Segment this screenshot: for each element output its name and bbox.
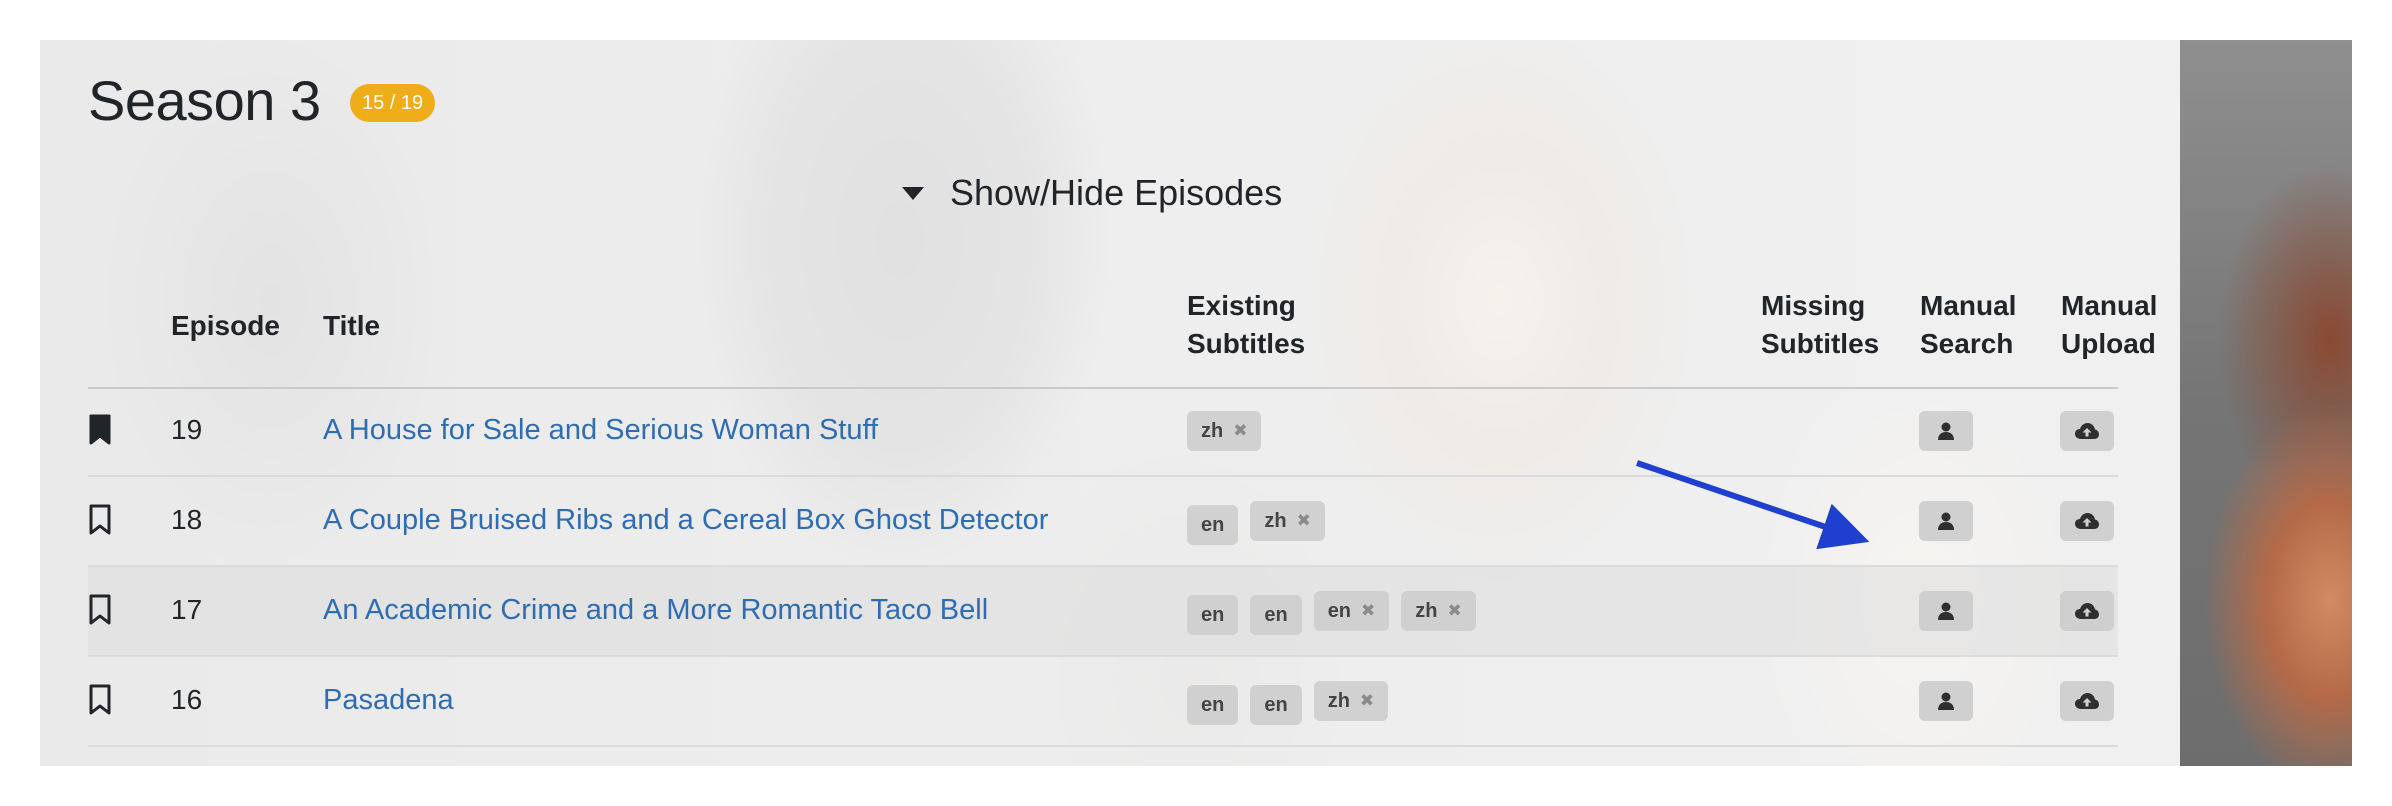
episode-number: 16 xyxy=(171,684,203,715)
subtitle-language: en xyxy=(1201,603,1225,626)
close-icon[interactable]: ✖ xyxy=(1360,691,1374,711)
subtitle-chip: en xyxy=(1187,685,1239,725)
existing-subtitles: en en en ✖ zh ✖ xyxy=(1187,591,1476,635)
episode-title-link[interactable]: A Couple Bruised Ribs and a Cereal Box G… xyxy=(323,504,1048,537)
column-missing-line-1: Missing xyxy=(1761,290,1866,321)
column-existing-line-2: Subtitles xyxy=(1187,328,1306,359)
table-row: 15A Boyfriend's Ex-Wife and a Good Luck … xyxy=(88,747,2118,766)
subtitle-chip: zh ✖ xyxy=(1250,501,1325,541)
cloud-upload-icon xyxy=(2074,691,2100,711)
table-row: 17 An Academic Crime and a More Romantic … xyxy=(88,567,2118,657)
table-row: 16 Pasadena en en zh ✖ xyxy=(88,657,2118,747)
manual-search-button[interactable] xyxy=(1919,411,1973,451)
episode-count-badge: 15 / 19 xyxy=(350,84,436,122)
subtitle-chip: en xyxy=(1250,595,1302,635)
existing-subtitles: en en zh ✖ xyxy=(1187,681,1389,725)
bookmark-icon[interactable] xyxy=(88,414,112,446)
subtitle-language: en xyxy=(1201,693,1225,716)
close-icon[interactable]: ✖ xyxy=(1297,511,1311,531)
bookmark-icon[interactable] xyxy=(88,504,112,536)
manual-search-button[interactable] xyxy=(1919,591,1973,631)
column-missing-subtitles: Missing Subtitles xyxy=(1761,287,1879,363)
subtitle-chip: zh ✖ xyxy=(1401,591,1476,631)
episode-title-link[interactable]: A House for Sale and Serious Woman Stuff xyxy=(323,414,878,447)
column-search-line-1: Manual xyxy=(1920,290,2017,321)
subtitle-chip: en xyxy=(1250,685,1302,725)
subtitle-language: zh xyxy=(1264,509,1287,532)
column-manual-search: Manual Search xyxy=(1920,287,2016,363)
manual-search-button[interactable] xyxy=(1919,681,1973,721)
column-upload-line-2: Upload xyxy=(2061,328,2156,359)
manual-upload-button[interactable] xyxy=(2060,411,2114,451)
subtitle-language: zh xyxy=(1415,599,1438,622)
table-header: Episode Title Existing Subtitles Missing… xyxy=(88,245,2157,389)
subtitle-chip: en xyxy=(1187,505,1239,545)
column-search-line-2: Search xyxy=(1920,328,2014,359)
app-window: Season 3 15 / 19 Show/Hide Episodes Epis… xyxy=(40,40,2352,766)
cloud-upload-icon xyxy=(2074,511,2100,531)
column-episode: Episode xyxy=(171,310,280,341)
close-icon[interactable]: ✖ xyxy=(1361,601,1375,621)
column-upload-line-1: Manual xyxy=(2061,290,2158,321)
subtitle-language: en xyxy=(1327,599,1352,622)
episode-number: 17 xyxy=(171,594,203,625)
background-poster xyxy=(2180,40,2352,766)
table-row: 18 A Couple Bruised Ribs and a Cereal Box… xyxy=(88,477,2118,567)
manual-upload-button[interactable] xyxy=(2060,501,2114,541)
subtitle-chip: en ✖ xyxy=(1313,591,1390,631)
episode-number: 19 xyxy=(171,414,203,445)
episode-title-link[interactable]: An Academic Crime and a More Romantic Ta… xyxy=(323,594,988,627)
show-hide-episodes-toggle[interactable]: Show/Hide Episodes xyxy=(902,172,1282,214)
manual-search-button[interactable] xyxy=(1919,501,1973,541)
user-icon xyxy=(1936,691,1956,711)
user-icon xyxy=(1936,511,1956,531)
season-panel: Season 3 15 / 19 Show/Hide Episodes Epis… xyxy=(40,40,2180,766)
close-icon[interactable]: ✖ xyxy=(1233,421,1247,441)
user-icon xyxy=(1936,421,1956,441)
subtitle-chip: zh ✖ xyxy=(1187,411,1262,451)
cloud-upload-icon xyxy=(2074,421,2100,441)
subtitle-language: en xyxy=(1201,513,1225,536)
column-title: Title xyxy=(323,310,381,341)
existing-subtitles: en zh ✖ xyxy=(1187,501,1325,545)
subtitle-language: en xyxy=(1264,603,1288,626)
cloud-upload-icon xyxy=(2074,601,2100,621)
existing-subtitles: zh ✖ xyxy=(1187,411,1262,451)
column-existing-subtitles: Existing Subtitles xyxy=(1187,287,1305,363)
close-icon[interactable]: ✖ xyxy=(1448,601,1462,621)
subtitle-chip: en xyxy=(1187,595,1239,635)
subtitle-language: zh xyxy=(1327,689,1350,712)
table-row: 19 A House for Sale and Serious Woman Stu… xyxy=(88,387,2118,477)
subtitle-language: en xyxy=(1264,693,1288,716)
subtitle-language: zh xyxy=(1201,419,1224,442)
episode-title-link[interactable]: Pasadena xyxy=(323,684,454,717)
season-title: Season 3 xyxy=(88,69,321,132)
toggle-label: Show/Hide Episodes xyxy=(950,172,1283,213)
manual-upload-button[interactable] xyxy=(2060,591,2114,631)
column-existing-line-1: Existing xyxy=(1187,290,1296,321)
manual-upload-button[interactable] xyxy=(2060,681,2114,721)
bookmark-icon[interactable] xyxy=(88,594,112,626)
user-icon xyxy=(1936,601,1956,621)
bookmark-icon[interactable] xyxy=(88,684,112,716)
episode-table-body: 19 A House for Sale and Serious Woman Stu… xyxy=(88,387,2118,766)
caret-down-icon xyxy=(902,186,924,200)
episode-number: 18 xyxy=(171,504,203,535)
subtitle-chip: zh ✖ xyxy=(1313,681,1389,721)
column-missing-line-2: Subtitles xyxy=(1761,328,1880,359)
column-manual-upload: Manual Upload xyxy=(2061,287,2157,363)
